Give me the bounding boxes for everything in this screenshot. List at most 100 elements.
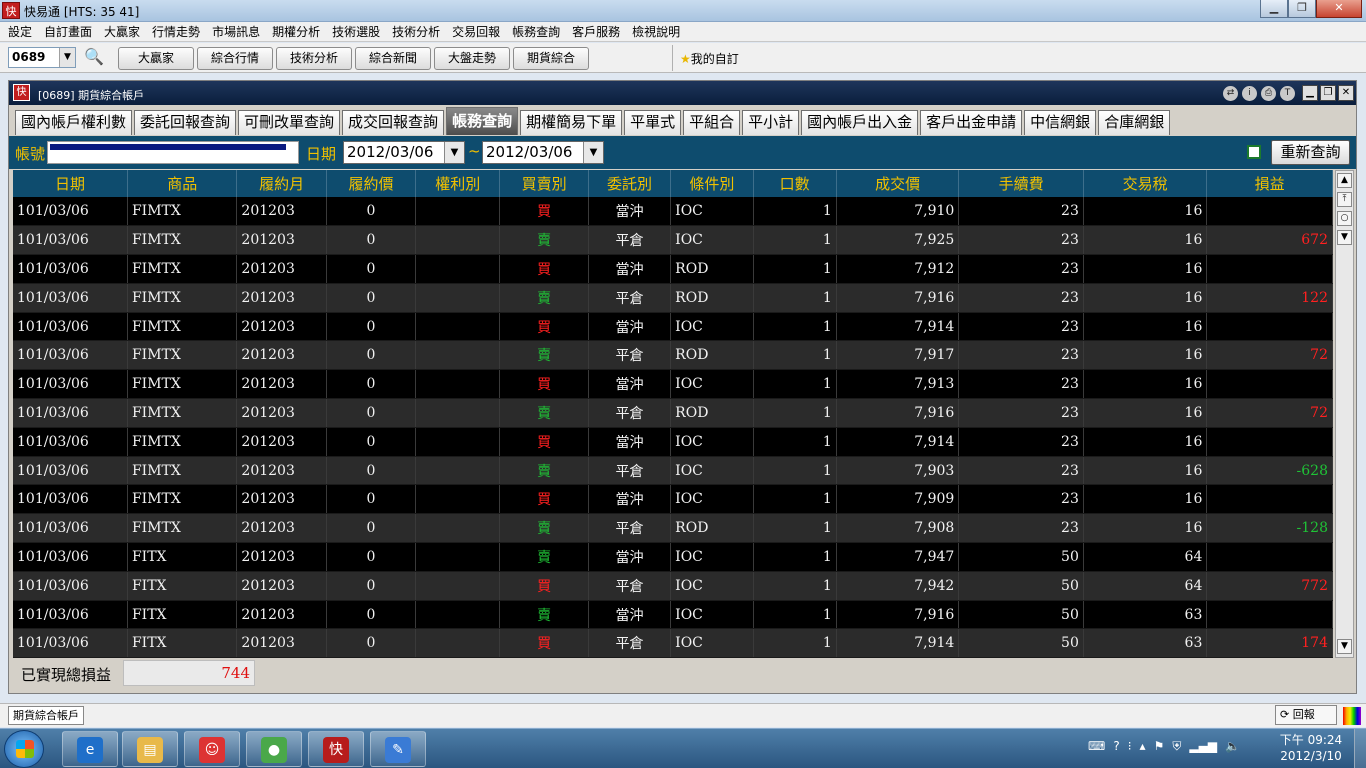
column-header[interactable]: 買賣別 bbox=[499, 170, 589, 197]
column-header[interactable]: 交易稅 bbox=[1083, 170, 1208, 197]
maximize-button[interactable]: ❐ bbox=[1288, 0, 1316, 18]
menu-item[interactable]: 期權分析 bbox=[266, 23, 326, 40]
toolbar-button[interactable]: 期貨綜合 bbox=[513, 47, 589, 70]
signal-icon[interactable]: ▂▄▆ bbox=[1189, 739, 1217, 754]
scroll-bottom-arrow-icon[interactable]: ▼ bbox=[1337, 639, 1352, 654]
date-from-picker[interactable]: 2012/03/06 ▼ bbox=[343, 141, 465, 164]
toolbar-button[interactable]: 綜合新聞 bbox=[355, 47, 431, 70]
toolbar-button[interactable]: 大贏家 bbox=[118, 47, 194, 70]
toolbar-button[interactable]: 技術分析 bbox=[276, 47, 352, 70]
menu-item[interactable]: 大贏家 bbox=[98, 23, 146, 40]
column-header[interactable]: 成交價 bbox=[836, 170, 960, 197]
help-icon[interactable]: ? bbox=[1113, 739, 1119, 754]
tab-order-reports[interactable]: 委託回報查詢 bbox=[134, 110, 237, 135]
chevron-down-icon[interactable]: ▼ bbox=[444, 142, 464, 163]
table-row[interactable]: 101/03/06 FIMTX 201203 0 賣平倉 IOC 1 7,903 23 16 -62… bbox=[13, 456, 1333, 486]
system-clock[interactable]: 下午 09:24 2012/3/10 bbox=[1276, 732, 1346, 764]
security-icon[interactable]: ⛨ bbox=[1172, 739, 1181, 754]
inner-close-button[interactable]: ✕ bbox=[1338, 85, 1354, 101]
info-icon[interactable]: i bbox=[1242, 86, 1257, 101]
tab-domestic-deposit[interactable]: 國內帳戶出入金 bbox=[801, 110, 919, 135]
table-row[interactable]: 101/03/06 FIMTX 201203 0 賣平倉 ROD 1 7,916 23 16 72 bbox=[13, 398, 1333, 428]
menu-item[interactable]: 設定 bbox=[2, 23, 38, 40]
tab-fill-reports[interactable]: 成交回報查詢 bbox=[342, 110, 445, 135]
tab-account-query[interactable]: 帳務查詢 bbox=[446, 107, 519, 135]
column-header[interactable]: 口數 bbox=[753, 170, 837, 197]
search-icon[interactable]: 🔍 bbox=[83, 47, 105, 69]
table-row[interactable]: 101/03/06 FIMTX 201203 0 買當沖 IOC 1 7,910 23 16 bbox=[13, 197, 1333, 227]
report-button[interactable]: ⟳ 回報 bbox=[1275, 705, 1337, 725]
chevron-down-icon[interactable]: ▼ bbox=[59, 48, 75, 67]
menu-item[interactable]: 市場訊息 bbox=[206, 23, 266, 40]
inner-restore-button[interactable]: ❐ bbox=[1320, 85, 1336, 101]
pin-icon[interactable]: T bbox=[1280, 86, 1295, 101]
menu-item[interactable]: 技術選股 bbox=[326, 23, 386, 40]
open-window-tab[interactable]: 期貨綜合帳戶 bbox=[8, 706, 84, 725]
tab-withdraw-request[interactable]: 客戶出金申請 bbox=[920, 110, 1023, 135]
table-row[interactable]: 101/03/06 FIMTX 201203 0 買當沖 ROD 1 7,912 23 16 bbox=[13, 254, 1333, 284]
scroll-up-arrow-icon[interactable]: ▲ bbox=[1337, 173, 1352, 188]
column-header[interactable]: 損益 bbox=[1206, 170, 1333, 197]
table-row[interactable]: 101/03/06 FITX 201203 0 賣當沖 IOC 1 7,947 50 64 bbox=[13, 542, 1333, 572]
table-row[interactable]: 101/03/06 FIMTX 201203 0 賣平倉 ROD 1 7,908 23 16 -12… bbox=[13, 513, 1333, 544]
tab-modifiable-orders[interactable]: 可刪改單查詢 bbox=[238, 110, 341, 135]
tab-ctbc-bank[interactable]: 中信網銀 bbox=[1024, 110, 1097, 135]
link-icon[interactable]: ⇄ bbox=[1223, 86, 1238, 101]
tab-close-subtotal[interactable]: 平小計 bbox=[742, 110, 800, 135]
ime-icon[interactable]: ⁝ bbox=[1128, 739, 1132, 754]
column-header[interactable]: 履約月 bbox=[236, 170, 327, 197]
stock-code-combobox[interactable]: 0689 ▼ bbox=[8, 47, 76, 68]
start-button[interactable] bbox=[4, 730, 44, 768]
menu-item[interactable]: 行情走勢 bbox=[146, 23, 206, 40]
menu-item[interactable]: 檢視說明 bbox=[626, 23, 686, 40]
toolbar-button[interactable]: 大盤走勢 bbox=[434, 47, 510, 70]
menu-item[interactable]: 自訂畫面 bbox=[38, 23, 98, 40]
network-warning-icon[interactable]: ⚑ bbox=[1154, 739, 1165, 754]
table-row[interactable]: 101/03/06 FIMTX 201203 0 賣平倉 ROD 1 7,917 23 16 72 bbox=[13, 340, 1333, 371]
menu-item[interactable]: 客戶服務 bbox=[566, 23, 626, 40]
minimize-button[interactable]: ▁ bbox=[1260, 0, 1288, 18]
vertical-scrollbar[interactable]: ▲ ⤒ ○ ▼ ▼ bbox=[1335, 170, 1354, 658]
show-desktop-button[interactable] bbox=[1354, 729, 1366, 768]
inner-minimize-button[interactable]: ▁ bbox=[1302, 85, 1318, 101]
account-select[interactable] bbox=[47, 141, 299, 164]
table-row[interactable]: 101/03/06 FITX 201203 0 買平倉 IOC 1 7,942 50 64 772 bbox=[13, 571, 1333, 601]
chevron-down-icon[interactable]: ▼ bbox=[583, 142, 603, 163]
tab-close-single[interactable]: 平單式 bbox=[624, 110, 682, 135]
taskbar-app[interactable]: ✎ bbox=[370, 731, 426, 767]
column-header[interactable]: 手續費 bbox=[958, 170, 1084, 197]
column-header[interactable]: 權利別 bbox=[415, 170, 501, 197]
column-header[interactable]: 日期 bbox=[13, 170, 128, 197]
column-header[interactable]: 履約價 bbox=[326, 170, 417, 197]
table-row[interactable]: 101/03/06 FITX 201203 0 買平倉 IOC 1 7,914 50 63 174 bbox=[13, 628, 1333, 658]
scroll-down-arrow-icon[interactable]: ▼ bbox=[1337, 230, 1352, 245]
requery-button[interactable]: 重新查詢 bbox=[1271, 140, 1350, 165]
table-row[interactable]: 101/03/06 FITX 201203 0 賣當沖 IOC 1 7,916 50 63 bbox=[13, 600, 1333, 630]
column-header[interactable]: 條件別 bbox=[670, 170, 754, 197]
date-to-picker[interactable]: 2012/03/06 ▼ bbox=[482, 141, 604, 164]
table-row[interactable]: 101/03/06 FIMTX 201203 0 買當沖 IOC 1 7,909 23 16 bbox=[13, 484, 1333, 515]
toolbar-button[interactable]: 綜合行情 bbox=[197, 47, 273, 70]
keyboard-icon[interactable]: ⌨ bbox=[1088, 739, 1105, 754]
export-excel-icon[interactable] bbox=[1247, 145, 1261, 159]
menu-item[interactable]: 技術分析 bbox=[386, 23, 446, 40]
close-button[interactable]: ✕ bbox=[1316, 0, 1362, 18]
menu-item[interactable]: 帳務查詢 bbox=[506, 23, 566, 40]
table-row[interactable]: 101/03/06 FIMTX 201203 0 買當沖 IOC 1 7,914 23 16 bbox=[13, 312, 1333, 342]
tab-domestic-rights[interactable]: 國內帳戶權利數 bbox=[15, 110, 133, 135]
column-header[interactable]: 委託別 bbox=[588, 170, 672, 197]
taskbar-app[interactable]: ● bbox=[246, 731, 302, 767]
taskbar-app-active[interactable]: 快 bbox=[308, 731, 364, 767]
table-row[interactable]: 101/03/06 FIMTX 201203 0 買當沖 IOC 1 7,913 23 16 bbox=[13, 369, 1333, 400]
scroll-thumb[interactable]: ○ bbox=[1337, 211, 1352, 226]
menu-item[interactable]: 交易回報 bbox=[446, 23, 506, 40]
tab-simple-order[interactable]: 期權簡易下單 bbox=[520, 110, 623, 135]
tray-expand-icon[interactable]: ▴ bbox=[1140, 739, 1146, 754]
scroll-top-icon[interactable]: ⤒ bbox=[1337, 192, 1352, 207]
volume-icon[interactable]: 🔈 bbox=[1225, 739, 1240, 754]
column-header[interactable]: 商品 bbox=[127, 170, 238, 197]
table-row[interactable]: 101/03/06 FIMTX 201203 0 賣平倉 IOC 1 7,925 23 16 672 bbox=[13, 225, 1333, 256]
taskbar-app[interactable]: e bbox=[62, 731, 118, 767]
table-row[interactable]: 101/03/06 FIMTX 201203 0 賣平倉 ROD 1 7,916 23 16 122 bbox=[13, 283, 1333, 313]
tab-close-combo[interactable]: 平組合 bbox=[683, 110, 741, 135]
